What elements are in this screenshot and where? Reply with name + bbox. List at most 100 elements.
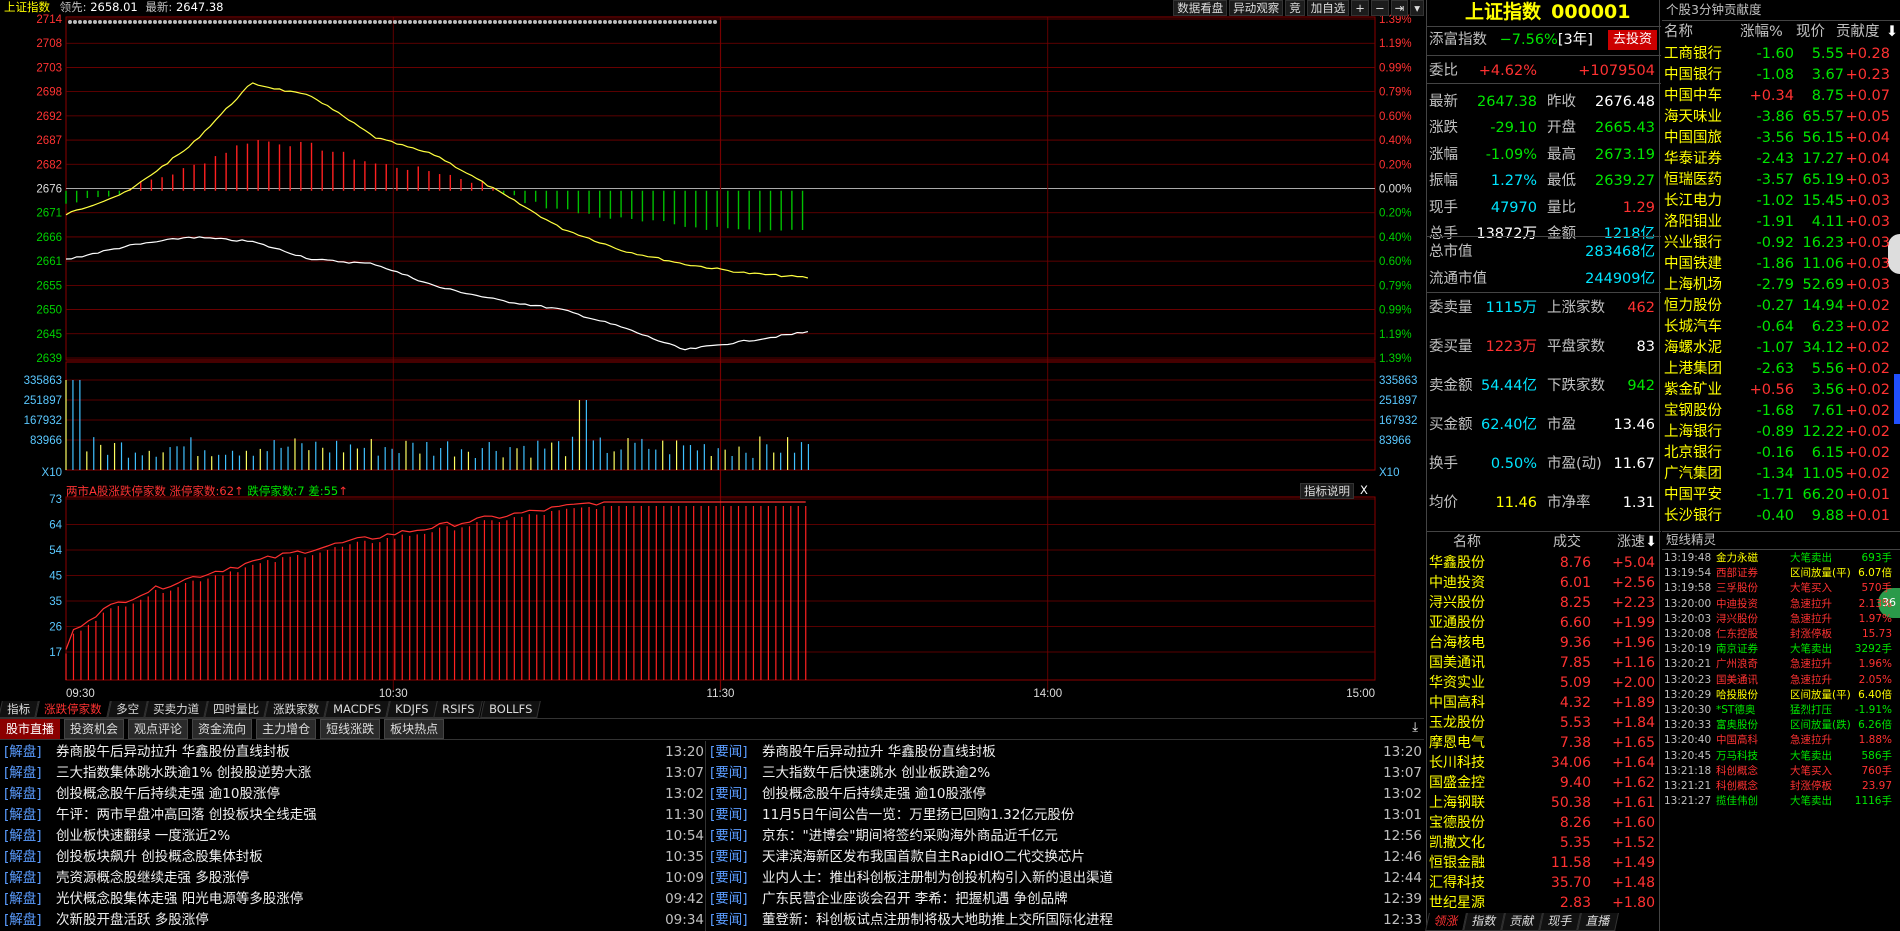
- contrib-stock[interactable]: 华泰证券: [1664, 149, 1722, 170]
- news-item[interactable]: [要闻] 广东民营企业座谈会召开 李希：把握机遇 争创品牌 12:39: [710, 889, 1422, 910]
- contrib-stock[interactable]: 上海机场: [1664, 275, 1722, 296]
- contrib-row[interactable]: 广汽集团 -1.34 11.05 +0.02: [1664, 464, 1898, 485]
- news-headline[interactable]: 壳资源概念股继续走强 多股涨停: [56, 868, 662, 889]
- elves-row[interactable]: 13:20:03 浔兴股份 急速拉升 1.97%: [1664, 612, 1898, 627]
- news-item[interactable]: [要闻] 券商股午后异动拉升 华鑫股份直线封板 13:20: [710, 742, 1422, 763]
- contrib-row[interactable]: 恒瑞医药 -3.57 65.19 +0.03: [1664, 170, 1898, 191]
- news-headline[interactable]: 券商股午后异动拉升 华鑫股份直线封板: [56, 742, 662, 763]
- elves-row[interactable]: 13:20:21 广州浪奇 急速拉升 1.96%: [1664, 657, 1898, 672]
- contrib-row[interactable]: 中国中车 +0.34 8.75 +0.07: [1664, 86, 1898, 107]
- news-item[interactable]: [解盘] 创业板快速翻绿 一度涨近2% 10:54: [4, 826, 704, 847]
- news-headline[interactable]: 创投板块飙升 创投概念股集体封板: [56, 847, 662, 868]
- news-item[interactable]: [解盘] 壳资源概念股继续走强 多股涨停 10:09: [4, 868, 704, 889]
- stock-name[interactable]: 宝德股份: [1429, 813, 1485, 833]
- elves-stock[interactable]: 浔兴股份: [1716, 612, 1758, 627]
- news-tab[interactable]: 资金流向: [192, 719, 253, 739]
- stock-name[interactable]: 汇得科技: [1429, 873, 1485, 893]
- news-item[interactable]: [解盘] 创投概念股午后持续走强 逾10股涨停 13:02: [4, 784, 704, 805]
- jump-end-icon[interactable]: ⇥: [1390, 0, 1409, 16]
- quote-list-row[interactable]: 台海核电 9.36 +1.96: [1429, 633, 1657, 653]
- quote-list-row[interactable]: 国美通讯 7.85 +1.16: [1429, 653, 1657, 673]
- contrib-row[interactable]: 紫金矿业 +0.56 3.56 +0.02: [1664, 380, 1898, 401]
- contrib-row[interactable]: 中国平安 -1.71 66.20 +0.01: [1664, 485, 1898, 506]
- contrib-row[interactable]: 长沙银行 -0.40 9.88 +0.01: [1664, 506, 1898, 527]
- stock-name[interactable]: 国盛金控: [1429, 773, 1485, 793]
- contrib-stock[interactable]: 海天味业: [1664, 107, 1722, 128]
- contrib-row[interactable]: 恒力股份 -0.27 14.94 +0.02: [1664, 296, 1898, 317]
- indicator-tab[interactable]: RSIFS: [433, 701, 484, 718]
- elves-stock[interactable]: 国美通讯: [1716, 673, 1758, 688]
- elves-row[interactable]: 13:21:21 科创概念 封涨停板 23.97: [1664, 779, 1898, 794]
- elves-row[interactable]: 13:19:48 金力永磁 大笔卖出 693手: [1664, 551, 1898, 566]
- contrib-stock[interactable]: 中国平安: [1664, 485, 1722, 506]
- zoom-in-icon[interactable]: +: [1351, 0, 1369, 16]
- contrib-stock[interactable]: 上港集团: [1664, 359, 1722, 380]
- quote-list-row[interactable]: 宝德股份 8.26 +1.60: [1429, 813, 1657, 833]
- col-volume[interactable]: 成交: [1553, 532, 1581, 552]
- news-item[interactable]: [解盘] 创投板块飙升 创投概念股集体封板 10:35: [4, 847, 704, 868]
- data-board-button[interactable]: 数据看盘: [1173, 0, 1228, 16]
- news-item[interactable]: [要闻] 创投概念股午后持续走强 逾10股涨停 13:02: [710, 784, 1422, 805]
- contrib-row[interactable]: 海天味业 -3.86 65.57 +0.05: [1664, 107, 1898, 128]
- contrib-stock[interactable]: 长城汽车: [1664, 317, 1722, 338]
- elves-stock[interactable]: 科创概念: [1716, 779, 1758, 794]
- elves-stock[interactable]: *ST德奥: [1716, 703, 1755, 718]
- indicator-tab[interactable]: 指标: [0, 701, 39, 718]
- quote-list-row[interactable]: 摩恩电气 7.38 +1.65: [1429, 733, 1657, 753]
- news-headline[interactable]: 券商股午后异动拉升 华鑫股份直线封板: [762, 742, 1380, 763]
- stock-name[interactable]: 亚通股份: [1429, 613, 1485, 633]
- indicator-tab[interactable]: MACDFS: [323, 701, 390, 718]
- contrib-stock[interactable]: 中国国旅: [1664, 128, 1722, 149]
- stock-name[interactable]: 摩恩电气: [1429, 733, 1485, 753]
- contrib-stock[interactable]: 长沙银行: [1664, 506, 1722, 527]
- elves-row[interactable]: 13:20:08 仁东控股 封涨停板 15.73: [1664, 627, 1898, 642]
- elves-stock[interactable]: 仁东控股: [1716, 627, 1758, 642]
- col-price[interactable]: 现价: [1796, 22, 1825, 42]
- news-headline[interactable]: 董登新：科创板试点注册制将极大地助推上交所国际化进程: [762, 910, 1380, 931]
- elves-row[interactable]: 13:19:58 三孚股份 大笔买入 570手: [1664, 581, 1898, 596]
- news-tab[interactable]: 观点评论: [128, 719, 189, 739]
- contrib-row[interactable]: 工商银行 -1.60 5.55 +0.28: [1664, 44, 1898, 65]
- add-watchlist-button[interactable]: 加自选: [1306, 0, 1350, 16]
- elves-stock[interactable]: 广州浪奇: [1716, 657, 1758, 672]
- contrib-row[interactable]: 长江电力 -1.02 15.45 +0.03: [1664, 191, 1898, 212]
- news-headline[interactable]: 创投概念股午后持续走强 逾10股涨停: [762, 784, 1380, 805]
- contrib-stock[interactable]: 中国铁建: [1664, 254, 1722, 275]
- indicator-tab[interactable]: 四时量比: [203, 701, 268, 718]
- stock-name[interactable]: 上海钢联: [1429, 793, 1485, 813]
- news-headline[interactable]: 三大指数午后快速跳水 创业板跌逾2%: [762, 763, 1380, 784]
- contrib-stock[interactable]: 紫金矿业: [1664, 380, 1722, 401]
- elves-row[interactable]: 13:20:29 哈投股份 区间放量(平) 6.40倍: [1664, 688, 1898, 703]
- col-name[interactable]: 名称: [1453, 532, 1481, 552]
- stock-name[interactable]: 国美通讯: [1429, 653, 1485, 673]
- news-item[interactable]: [解盘] 券商股午后异动拉升 华鑫股份直线封板 13:20: [4, 742, 704, 763]
- contrib-stock[interactable]: 上海银行: [1664, 422, 1722, 443]
- contrib-stock[interactable]: 恒瑞医药: [1664, 170, 1722, 191]
- contrib-row[interactable]: 中国国旅 -3.56 56.15 +0.04: [1664, 128, 1898, 149]
- quote-tab[interactable]: 领涨: [1425, 913, 1467, 931]
- invest-button[interactable]: 去投资: [1607, 30, 1657, 50]
- elves-stock[interactable]: 中迪投资: [1716, 597, 1758, 612]
- news-tab[interactable]: 主力增仓: [256, 719, 317, 739]
- contrib-row[interactable]: 中国铁建 -1.86 11.06 +0.03: [1664, 254, 1898, 275]
- zoom-out-icon[interactable]: −: [1370, 0, 1389, 16]
- close-icon[interactable]: X: [1360, 483, 1368, 499]
- elves-row[interactable]: 13:21:27 揽佳伟创 大笔卖出 1116手: [1664, 794, 1898, 809]
- contrib-row[interactable]: 海螺水泥 -1.07 34.12 +0.02: [1664, 338, 1898, 359]
- contrib-row[interactable]: 兴业银行 -0.92 16.23 +0.03: [1664, 233, 1898, 254]
- contrib-stock[interactable]: 恒力股份: [1664, 296, 1722, 317]
- elves-stock[interactable]: 揽佳伟创: [1716, 794, 1758, 809]
- quote-list-row[interactable]: 中国高科 4.32 +1.89: [1429, 693, 1657, 713]
- menu-dropdown-icon[interactable]: ▾: [1410, 0, 1424, 16]
- elves-row[interactable]: 13:20:00 中迪投资 急速拉升 2.13%: [1664, 597, 1898, 612]
- stock-name[interactable]: 长川科技: [1429, 753, 1485, 773]
- elves-stock[interactable]: 哈投股份: [1716, 688, 1758, 703]
- contrib-row[interactable]: 华泰证券 -2.43 17.27 +0.04: [1664, 149, 1898, 170]
- news-item[interactable]: [解盘] 午评：两市早盘冲高回落 创投板块全线走强 11:30: [4, 805, 704, 826]
- elves-row[interactable]: 13:20:23 国美通讯 急速拉升 2.05%: [1664, 673, 1898, 688]
- quote-list-row[interactable]: 世纪星源 2.83 +1.80: [1429, 893, 1657, 913]
- news-item[interactable]: [解盘] 光伏概念股集体走强 阳光电源等多股涨停 09:42: [4, 889, 704, 910]
- contrib-row[interactable]: 上海银行 -0.89 12.22 +0.02: [1664, 422, 1898, 443]
- news-headline[interactable]: 创业板快速翻绿 一度涨近2%: [56, 826, 662, 847]
- news-item[interactable]: [解盘] 次新股开盘活跃 多股涨停 09:34: [4, 910, 704, 931]
